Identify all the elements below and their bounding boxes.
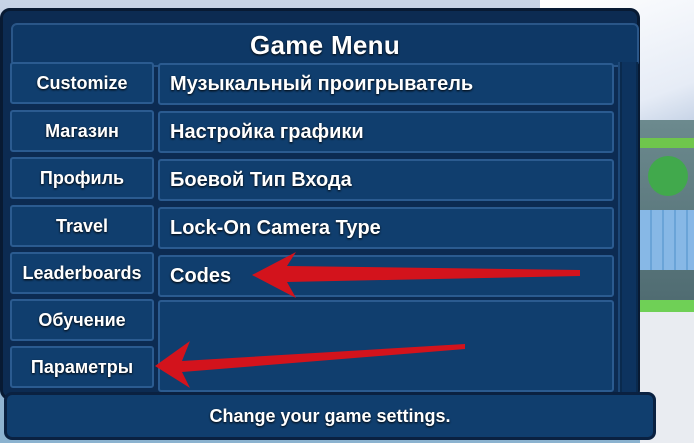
option-codes[interactable]: Codes <box>158 255 614 297</box>
tab-tutorial[interactable]: Обучение <box>10 299 154 341</box>
background-tree <box>648 156 688 196</box>
option-combat-input-type[interactable]: Боевой Тип Входа <box>158 159 614 201</box>
background-window <box>640 210 694 270</box>
options-empty-area <box>158 300 614 392</box>
option-lock-on-camera-type[interactable]: Lock-On Camera Type <box>158 207 614 249</box>
options-scrollbar[interactable] <box>618 62 638 392</box>
tab-leaderboards[interactable]: Leaderboards <box>10 252 154 294</box>
option-music-player[interactable]: Музыкальный проигрыватель <box>158 63 614 105</box>
tab-settings[interactable]: Параметры <box>10 346 154 388</box>
option-graphics-settings[interactable]: Настройка графики <box>158 111 614 153</box>
background-grass <box>640 138 694 148</box>
menu-title: Game Menu <box>11 23 639 67</box>
tab-customize[interactable]: Customize <box>10 62 154 104</box>
status-description: Change your game settings. <box>4 392 656 440</box>
tab-travel[interactable]: Travel <box>10 205 154 247</box>
tab-profile[interactable]: Профиль <box>10 157 154 199</box>
background-grass-lower <box>640 300 694 312</box>
scrollbar-thumb[interactable] <box>622 62 636 392</box>
tab-shop[interactable]: Магазин <box>10 110 154 152</box>
